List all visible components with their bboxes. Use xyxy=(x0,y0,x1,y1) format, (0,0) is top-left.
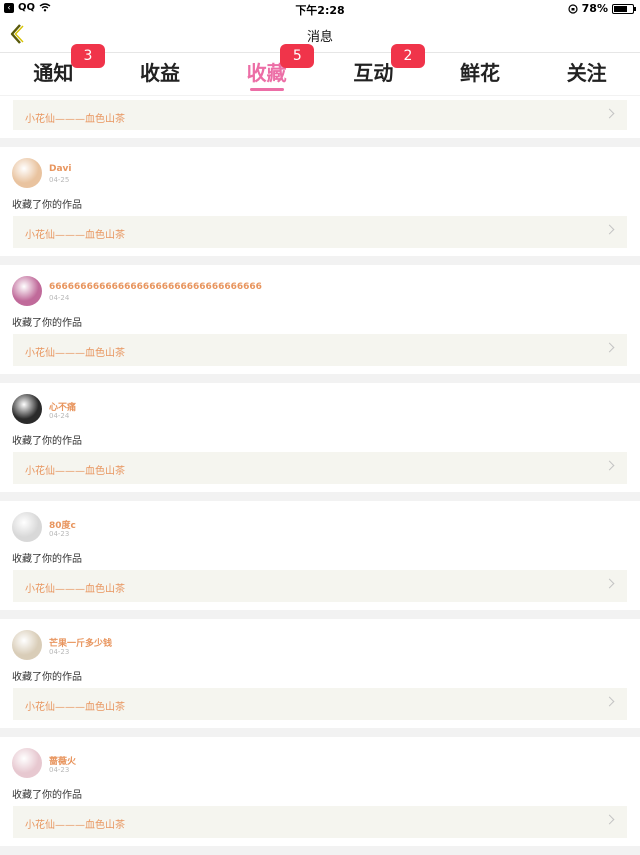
battery-percent: 78% xyxy=(581,2,608,15)
work-link[interactable]: 小花仙———血色山茶 xyxy=(13,806,627,838)
battery-icon xyxy=(612,3,636,14)
clock: 下午2:28 xyxy=(295,4,345,17)
tab-bar: 通知 3 收益 收藏 5 互动 2 鲜花 关注 xyxy=(0,44,640,95)
tab-5[interactable]: 关注 xyxy=(533,53,640,95)
action-text: 收藏了你的作品 xyxy=(12,554,82,565)
message-feed: 小花仙———血色山茶 Davi 04-25 收藏了你的作品 小花仙———血色山茶 666… xyxy=(0,96,640,855)
list-item: 6666666666666666666666666666666666 04-24 收… xyxy=(0,265,640,374)
chevron-right-icon xyxy=(604,578,615,589)
tab-active-indicator xyxy=(249,88,284,91)
avatar[interactable] xyxy=(12,512,42,542)
work-title: 小花仙———血色山茶 xyxy=(25,584,125,595)
list-item: 芒果一斤多少钱 04-23 收藏了你的作品 小花仙———血色山茶 xyxy=(0,619,640,728)
tab-1[interactable]: 收益 xyxy=(107,53,214,95)
rotation-lock-icon xyxy=(568,3,578,14)
username[interactable]: 6666666666666666666666666666666666 xyxy=(49,282,262,292)
work-link[interactable]: 小花仙———血色山茶 xyxy=(13,100,627,130)
work-title: 小花仙———血色山茶 xyxy=(25,466,125,477)
tab-label: 鲜花 xyxy=(460,61,501,85)
work-title: 小花仙———血色山茶 xyxy=(25,230,125,241)
tab-label: 通知 xyxy=(33,61,74,85)
chevron-right-icon xyxy=(604,460,615,471)
date: 04-25 xyxy=(49,176,70,184)
date: 04-23 xyxy=(49,766,70,774)
tab-2[interactable]: 收藏 5 xyxy=(213,44,320,95)
work-link[interactable]: 小花仙———血色山茶 xyxy=(13,216,627,248)
action-text: 收藏了你的作品 xyxy=(12,790,82,801)
work-title: 小花仙———血色山茶 xyxy=(25,820,125,831)
work-title: 小花仙———血色山茶 xyxy=(25,702,125,713)
chevron-right-icon xyxy=(604,696,615,707)
chevron-right-icon xyxy=(604,814,615,825)
work-title: 小花仙———血色山茶 xyxy=(25,348,125,359)
action-text: 收藏了你的作品 xyxy=(12,200,82,211)
avatar[interactable] xyxy=(12,394,42,424)
list-item: 小花仙———血色山茶 xyxy=(0,96,640,138)
battery-fill xyxy=(614,5,628,12)
list-item: 80度c 04-23 收藏了你的作品 小花仙———血色山茶 xyxy=(0,501,640,610)
tab-badge: 5 xyxy=(280,44,315,68)
page-title: 消息 xyxy=(306,30,333,45)
date: 04-24 xyxy=(49,294,70,302)
tab-4[interactable]: 鲜花 xyxy=(427,53,534,95)
chevron-right-icon xyxy=(604,108,615,119)
action-text: 收藏了你的作品 xyxy=(12,436,82,447)
chevron-right-icon xyxy=(604,224,615,235)
chevron-right-icon xyxy=(604,342,615,353)
work-link[interactable]: 小花仙———血色山茶 xyxy=(13,452,627,484)
list-item: Davi 04-25 收藏了你的作品小花仙———血色山茶 xyxy=(0,147,640,256)
tab-0[interactable]: 通知 3 xyxy=(0,44,107,95)
avatar[interactable] xyxy=(12,630,42,660)
tab-label: 互动 xyxy=(353,61,394,85)
tab-badge: 3 xyxy=(71,44,105,68)
list-item: 心不痛 04-24 收藏了你的作品 小花仙———血色山茶 xyxy=(0,383,640,492)
list-item: 蔷薇火 04-23 收藏了你的作品 小花仙———血色山茶 xyxy=(0,737,640,846)
tab-3[interactable]: 互动 2 xyxy=(320,44,427,95)
date: 04-23 xyxy=(49,530,70,538)
tab-label: 收益 xyxy=(140,61,180,85)
work-link[interactable]: 小花仙———血色山茶 xyxy=(13,688,627,720)
date: 04-24 xyxy=(49,412,70,420)
action-text: 收藏了你的作品 xyxy=(12,672,82,683)
tab-label: 关注 xyxy=(566,61,607,85)
action-text: 收藏了你的作品 xyxy=(12,318,82,329)
status-bar: ‹ QQ 下午2:28 78% xyxy=(0,0,640,17)
status-bar-right: 78% xyxy=(568,2,636,15)
avatar[interactable] xyxy=(12,158,42,188)
avatar[interactable] xyxy=(12,276,42,306)
work-link[interactable]: 小花仙———血色山茶 xyxy=(13,570,627,602)
work-title: 小花仙———血色山茶 xyxy=(25,114,125,125)
work-link[interactable]: 小花仙———血色山茶 xyxy=(13,334,627,366)
tab-badge: 2 xyxy=(391,44,426,68)
username[interactable]: Davi xyxy=(49,164,72,174)
avatar[interactable] xyxy=(12,748,42,778)
date: 04-23 xyxy=(49,648,70,656)
